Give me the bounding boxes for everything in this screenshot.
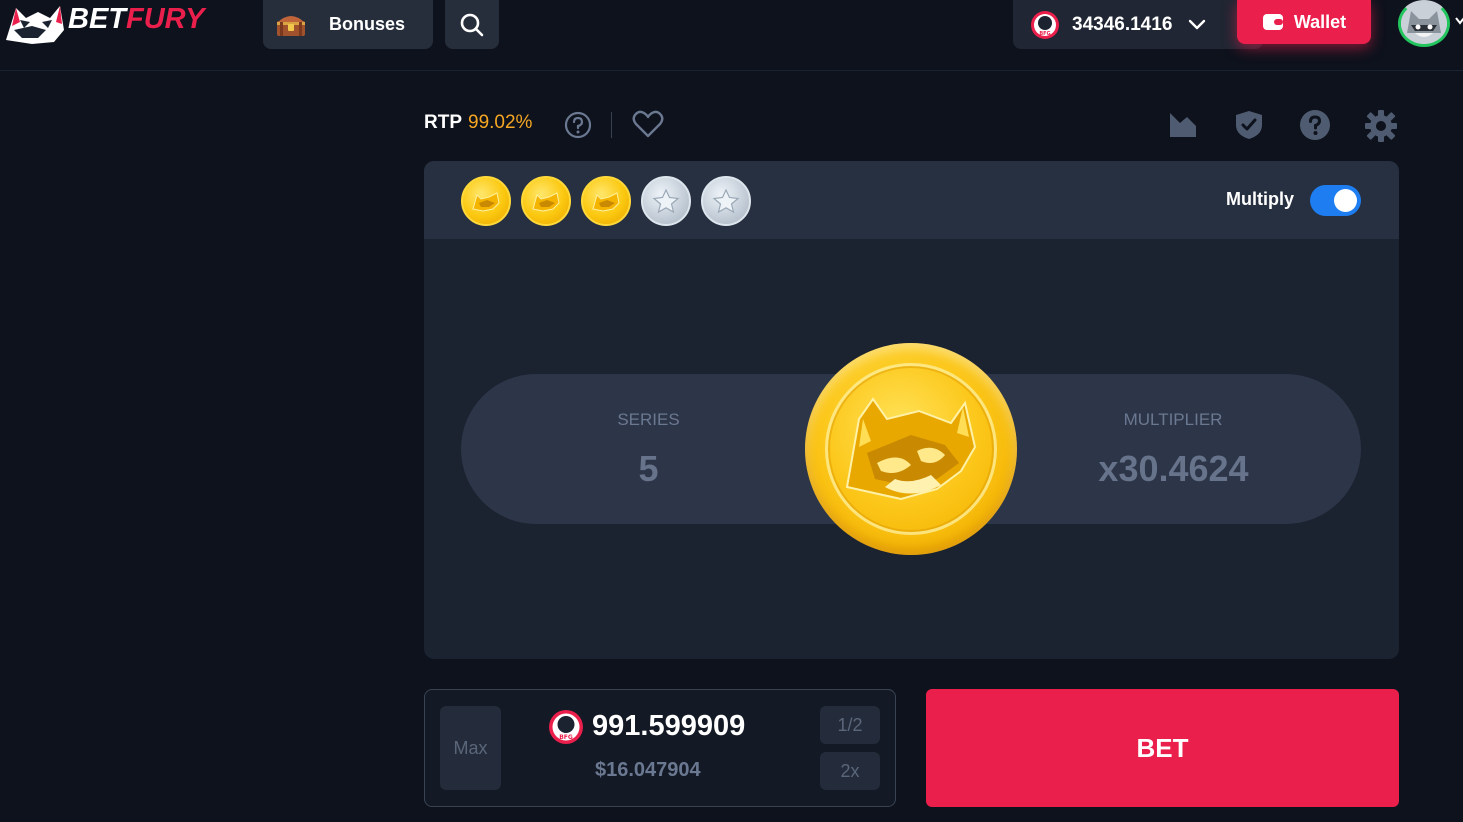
toggle-knob	[1334, 189, 1357, 212]
multiply-label: Multiply	[1226, 189, 1294, 209]
bet-amount-value[interactable]: 991.599909	[592, 710, 745, 743]
bfg-coin-icon: BFG	[549, 710, 583, 744]
bonuses-button[interactable]: Bonuses	[263, 0, 433, 49]
rtp-label: RTP	[424, 112, 462, 133]
series-label: SERIES	[617, 410, 680, 429]
search-button[interactable]	[445, 0, 499, 49]
history-coin-silver	[641, 176, 691, 226]
wallet-button[interactable]: Wallet	[1237, 0, 1371, 44]
bonuses-label: Bonuses	[329, 14, 406, 34]
balance-amount: 34346.1416	[1072, 13, 1173, 35]
wallet-label: Wallet	[1293, 11, 1347, 32]
treasure-chest-icon	[277, 15, 305, 36]
user-avatar[interactable]	[1398, 0, 1450, 47]
flipping-coin	[805, 343, 1017, 555]
history-coin-gold	[521, 176, 571, 226]
star-icon	[712, 188, 740, 214]
series-value: 5	[638, 448, 659, 489]
rules-help-icon[interactable]	[1299, 109, 1331, 141]
search-icon	[460, 13, 484, 36]
double-bet-button[interactable]: 2x	[820, 752, 880, 790]
half-bet-button[interactable]: 1/2	[820, 706, 880, 744]
max-bet-button[interactable]: Max	[440, 706, 501, 790]
rtp-indicator: RTP 99.02%	[424, 112, 532, 134]
heart-icon[interactable]	[631, 108, 665, 140]
bet-usd-value: $16.047904	[595, 759, 701, 781]
rtp-value: 99.02%	[468, 112, 533, 133]
balance-selector[interactable]: BFG 34346.1416	[1013, 0, 1263, 49]
multiply-toggle[interactable]	[1310, 185, 1361, 216]
history-coin-gold	[461, 176, 511, 226]
logo-wordmark: BETFURY	[68, 3, 205, 35]
bet-button[interactable]: BET	[926, 689, 1399, 807]
svg-text:BFG: BFG	[1039, 31, 1050, 37]
bfg-coin-icon: BFG	[1031, 10, 1059, 39]
raccoon-logo-icon	[6, 6, 64, 44]
raccoon-mini-icon	[532, 192, 560, 212]
history-coin-silver	[701, 176, 751, 226]
coinflip-game-panel: Multiply SERIES 5 MULTIPLIER x30.4624	[424, 161, 1399, 659]
avatar-chevron-icon[interactable]	[1455, 17, 1463, 25]
fairness-shield-icon[interactable]	[1234, 109, 1264, 141]
stats-chart-icon[interactable]	[1168, 109, 1198, 139]
multiplier-label: MULTIPLIER	[1123, 410, 1223, 429]
raccoon-coin-emblem-icon	[845, 397, 977, 501]
wallet-icon	[1262, 14, 1283, 30]
multiplier-value: x30.4624	[1098, 448, 1249, 489]
top-navigation-bar: BETFURY Bonuses BFG 34346.1416 Wallet	[0, 0, 1463, 71]
bet-amount-panel: Max BFG 991.599909 $16.047904 1/2 2x	[424, 689, 896, 807]
raccoon-avatar-icon	[1401, 3, 1447, 44]
chevron-down-icon	[1189, 19, 1206, 29]
betfury-logo[interactable]: BETFURY	[0, 0, 245, 46]
raccoon-mini-icon	[592, 192, 620, 212]
raccoon-mini-icon	[472, 192, 500, 212]
history-bar: Multiply	[424, 161, 1399, 239]
star-icon	[652, 188, 680, 214]
help-icon[interactable]	[564, 111, 592, 139]
settings-gear-icon[interactable]	[1364, 109, 1398, 143]
svg-text:BFG: BFG	[559, 734, 573, 741]
toolbar-divider	[611, 112, 612, 138]
history-coin-gold	[581, 176, 631, 226]
